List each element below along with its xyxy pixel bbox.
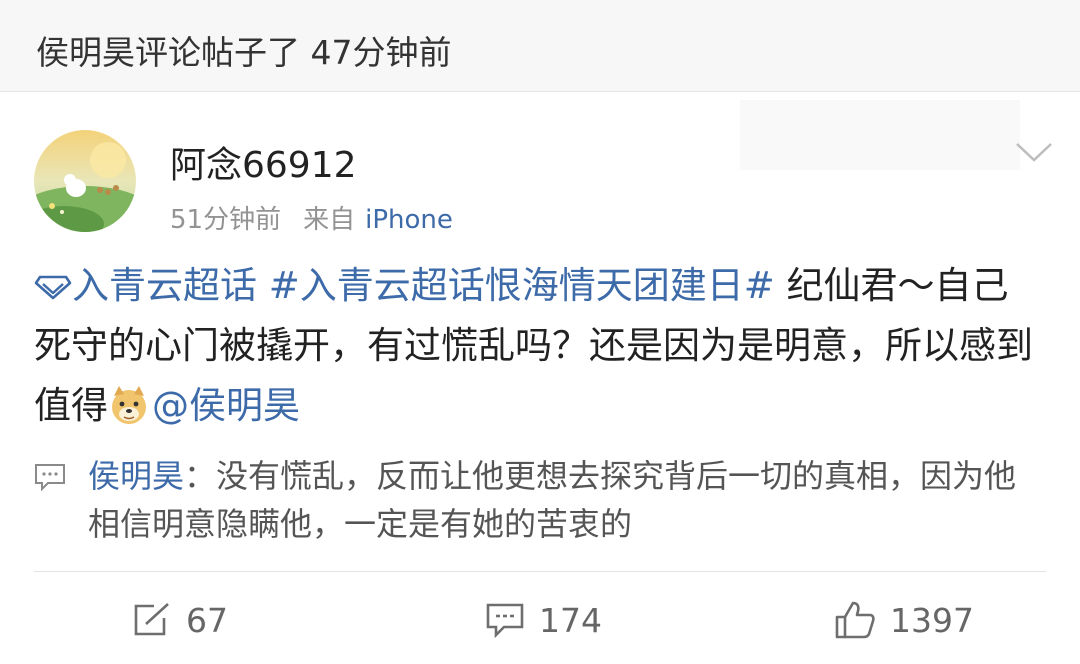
comment-icon	[486, 603, 524, 638]
comment-author[interactable]: 侯明昊	[88, 457, 184, 495]
repost-icon	[134, 603, 169, 636]
header-text: 侯明昊评论帖子了 47分钟前	[36, 33, 452, 72]
mention-link[interactable]: @侯明昊	[152, 384, 300, 427]
comment-count: 174	[539, 600, 602, 640]
featured-comment[interactable]: 侯明昊：没有慌乱，反而让他更想去探究背后一切的真相，因为他相信明意隐瞒他，一定是…	[88, 452, 1048, 548]
comment-button[interactable]: 174	[485, 598, 602, 642]
super-topic-link[interactable]: 入青云超话	[34, 264, 257, 307]
username[interactable]: 阿念66912	[170, 136, 357, 188]
like-button[interactable]: 1397	[834, 598, 974, 642]
source-device[interactable]: iPhone	[365, 205, 453, 235]
comment-colon: ：	[184, 457, 217, 495]
comment-bubble-icon	[35, 464, 65, 492]
comment-text: 没有慌乱，反而让他更想去探究背后一切的真相，因为他相信明意隐瞒他，一定是有她的苦…	[88, 457, 1017, 543]
hashtag-link[interactable]: #入青云超话恨海情天团建日#	[269, 264, 775, 307]
repost-button[interactable]: 67	[132, 598, 228, 642]
super-topic-label[interactable]: 入青云超话	[72, 264, 257, 307]
avatar[interactable]	[34, 130, 136, 232]
source-prefix: 来自	[303, 205, 356, 235]
follow-button-placeholder	[740, 100, 1020, 170]
post-meta: 51分钟前 来自 iPhone	[170, 199, 453, 236]
post-content: 入青云超话 #入青云超话恨海情天团建日# 纪仙君～自己死守的心门被撬开，有过慌乱…	[34, 256, 1044, 436]
diamond-icon	[34, 275, 72, 300]
chevron-down-icon[interactable]	[1014, 138, 1054, 168]
like-count: 1397	[890, 600, 974, 640]
notification-header: 侯明昊评论帖子了 47分钟前	[0, 0, 1080, 92]
doge-emoji-icon	[112, 386, 146, 424]
divider	[34, 571, 1046, 572]
post-time: 51分钟前	[170, 205, 282, 235]
like-icon	[835, 601, 875, 639]
repost-count: 67	[186, 600, 228, 640]
